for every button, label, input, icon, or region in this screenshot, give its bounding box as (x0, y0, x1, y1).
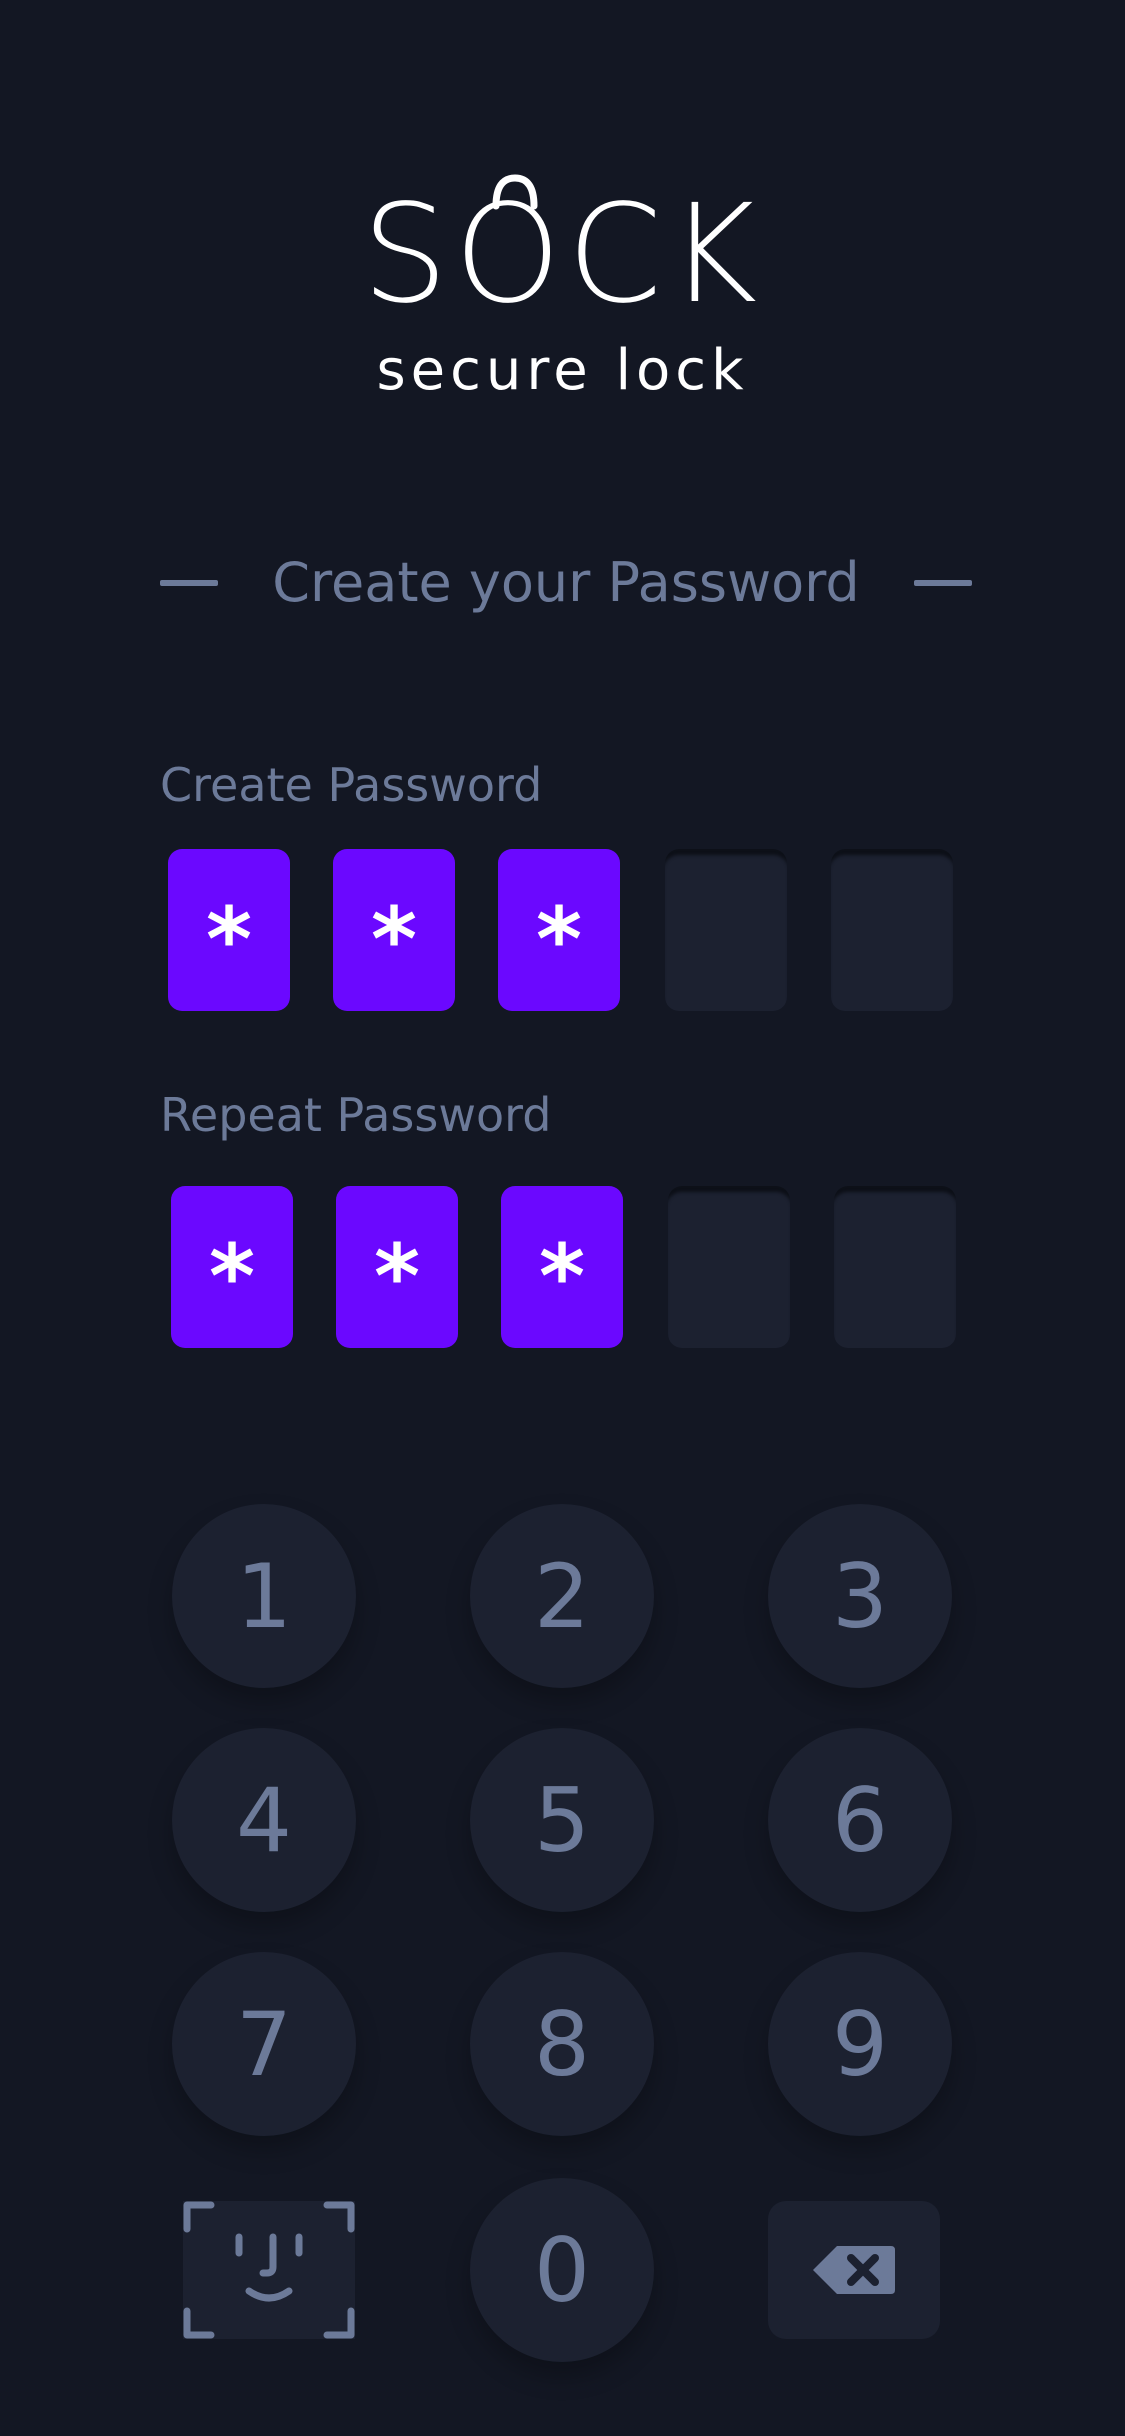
repeat-password-box-3: * (501, 1186, 623, 1348)
key-3[interactable]: 3 (768, 1504, 952, 1688)
key-5[interactable]: 5 (470, 1728, 654, 1912)
logo-mark: SOCK (358, 174, 768, 334)
face-id-button[interactable] (183, 2201, 355, 2339)
app-logo: SOCK secure lock (0, 174, 1125, 403)
create-password-box-2: * (333, 849, 455, 1011)
key-0[interactable]: 0 (470, 2178, 654, 2362)
heading-dash-left (160, 580, 218, 586)
key-1[interactable]: 1 (172, 1504, 356, 1688)
repeat-password-input[interactable]: * * * (171, 1186, 957, 1348)
key-4[interactable]: 4 (172, 1728, 356, 1912)
logo-title: SOCK (361, 176, 764, 334)
key-9[interactable]: 9 (768, 1952, 952, 2136)
repeat-password-box-5 (834, 1186, 956, 1348)
create-password-box-4 (665, 849, 787, 1011)
heading-text: Create your Password (272, 551, 860, 614)
key-6[interactable]: 6 (768, 1728, 952, 1912)
face-id-icon (183, 2201, 355, 2339)
key-2[interactable]: 2 (470, 1504, 654, 1688)
repeat-password-box-1: * (171, 1186, 293, 1348)
key-7[interactable]: 7 (172, 1952, 356, 2136)
create-password-box-3: * (498, 849, 620, 1011)
repeat-password-box-2: * (336, 1186, 458, 1348)
backspace-button[interactable] (768, 2201, 940, 2339)
create-password-label: Create Password (160, 758, 543, 812)
repeat-password-box-4 (668, 1186, 790, 1348)
create-password-input[interactable]: * * * (168, 849, 954, 1011)
key-8[interactable]: 8 (470, 1952, 654, 2136)
repeat-password-label: Repeat Password (160, 1088, 552, 1142)
create-password-box-1: * (168, 849, 290, 1011)
backspace-icon (813, 2246, 895, 2294)
section-heading: Create your Password (160, 548, 972, 618)
create-password-box-5 (831, 849, 953, 1011)
logo-subtitle: secure lock (376, 338, 749, 403)
heading-dash-right (913, 580, 972, 586)
